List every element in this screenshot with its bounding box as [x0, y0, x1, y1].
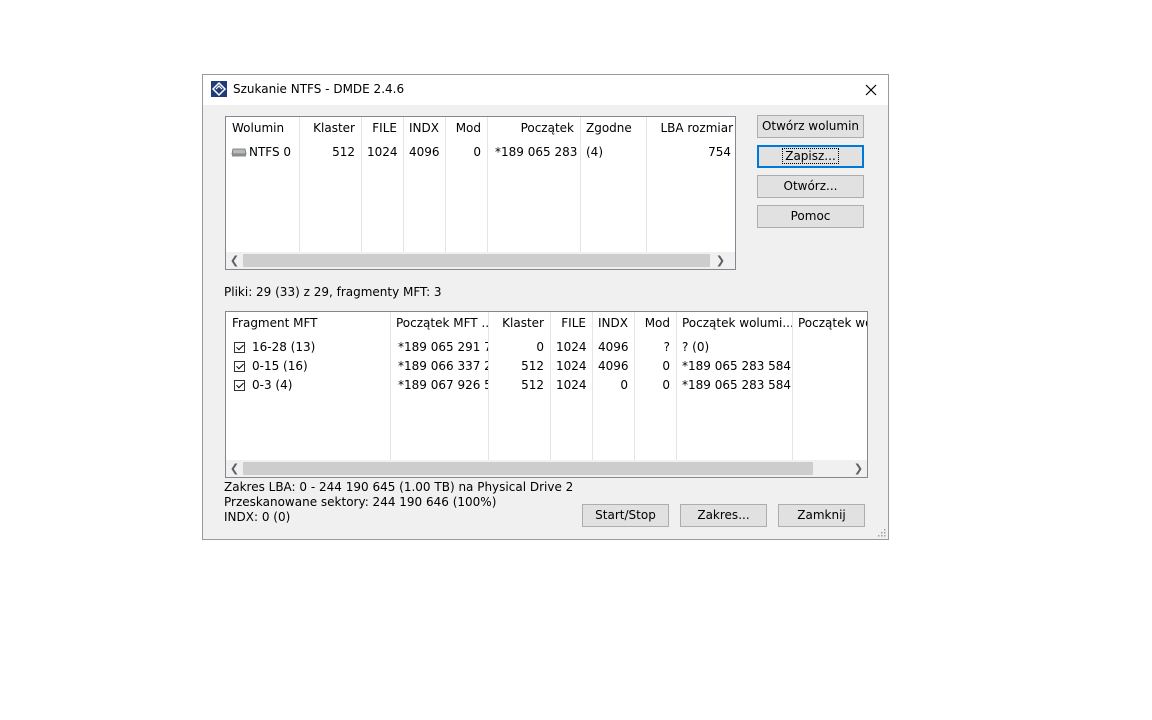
volumes-list[interactable]: Wolumin Klaster FILE INDX Mod Początek Z…	[225, 116, 736, 270]
col-header-fragment-mft[interactable]: Fragment MFT	[226, 312, 390, 334]
cell-file: 1024	[556, 378, 587, 392]
table-row[interactable]: 0-3 (4) *189 067 926 5... 512 1024 0 0 *…	[226, 376, 867, 395]
cell-poczatek-mft: *189 067 926 5...	[398, 378, 488, 392]
close-button[interactable]: Zamknij	[778, 504, 865, 527]
col-header-poczatek-mft[interactable]: Początek MFT ...	[390, 312, 488, 334]
cell-fragment-mft: 16-28 (13)	[252, 340, 316, 354]
cell-file: 1024	[556, 340, 587, 354]
cell-mod: 0	[473, 145, 481, 159]
cell-poczatek: *189 065 283 ...	[495, 145, 580, 159]
cell-klaster: 0	[536, 340, 544, 354]
save-button-label: Zapisz...	[782, 148, 839, 164]
cell-poczatek-wol	[792, 338, 867, 357]
chevron-right-icon[interactable]: ❯	[850, 460, 867, 477]
col-header-file[interactable]: FILE	[550, 312, 592, 334]
cell-klaster: 512	[521, 378, 544, 392]
indx-status: INDX: 0 (0)	[224, 510, 291, 524]
cell-poczatek-wol	[792, 357, 867, 376]
col-header-poczatek-wolumi[interactable]: Początek wolumi...	[676, 312, 792, 334]
cell-file: 1024	[556, 359, 587, 373]
col-header-wolumin[interactable]: Wolumin	[226, 117, 299, 139]
cell-fragment-mft: 0-15 (16)	[252, 359, 308, 373]
col-header-mod[interactable]: Mod	[634, 312, 676, 334]
scanned-sectors-status: Przeskanowane sektory: 244 190 646 (100%…	[224, 495, 497, 509]
title-bar[interactable]: Szukanie NTFS - DMDE 2.4.6	[203, 75, 888, 105]
cell-wolumin: NTFS 0	[249, 145, 292, 159]
files-summary: Pliki: 29 (33) z 29, fragmenty MFT: 3	[224, 285, 442, 299]
cell-klaster: 512	[332, 145, 355, 159]
table-row[interactable]: 0-15 (16) *189 066 337 2... 512 1024 409…	[226, 357, 867, 376]
cell-poczatek-mft: *189 066 337 2...	[398, 359, 488, 373]
resize-grip-icon[interactable]	[876, 527, 886, 537]
lba-range-status: Zakres LBA: 0 - 244 190 645 (1.00 TB) na…	[224, 480, 574, 494]
cell-poczatek-wolumi: *189 065 283 584 (...	[682, 378, 792, 392]
cell-poczatek-wolumi: *189 065 283 584 (...	[682, 359, 792, 373]
cell-indx: 4096	[598, 359, 629, 373]
row-checkbox[interactable]	[234, 342, 245, 353]
table-row[interactable]: NTFS 0 512 1024 4096 0 *189 065 283 ... …	[226, 143, 735, 162]
chevron-left-icon[interactable]: ❮	[226, 460, 243, 477]
open-button[interactable]: Otwórz...	[757, 175, 864, 198]
scrollbar-thumb[interactable]	[243, 254, 710, 267]
chevron-right-icon[interactable]: ❯	[712, 252, 729, 269]
col-header-zgodne[interactable]: Zgodne	[580, 117, 646, 139]
col-header-klaster[interactable]: Klaster	[299, 117, 361, 139]
dmde-app-icon	[211, 81, 227, 97]
cell-poczatek-mft: *189 065 291 7...	[398, 340, 488, 354]
cell-indx: 4096	[598, 340, 629, 354]
range-button[interactable]: Zakres...	[680, 504, 767, 527]
ntfs-search-dialog: Szukanie NTFS - DMDE 2.4.6 Wolumin Klast…	[202, 74, 889, 540]
col-header-indx[interactable]: INDX	[592, 312, 634, 334]
mft-fragments-list[interactable]: Fragment MFT Początek MFT ... Klaster FI…	[225, 311, 868, 478]
volumes-hscrollbar[interactable]: ❮ ❯	[226, 252, 735, 269]
close-icon[interactable]	[854, 75, 888, 105]
cell-poczatek-wol	[792, 376, 867, 395]
cell-fragment-mft: 0-3 (4)	[252, 378, 293, 392]
col-header-mod[interactable]: Mod	[445, 117, 487, 139]
col-header-poczatek[interactable]: Początek	[487, 117, 580, 139]
scrollbar-thumb[interactable]	[243, 462, 813, 475]
help-button[interactable]: Pomoc	[757, 205, 864, 228]
start-stop-button[interactable]: Start/Stop	[582, 504, 669, 527]
row-checkbox[interactable]	[234, 361, 245, 372]
fragments-hscrollbar[interactable]: ❮ ❯	[226, 460, 867, 477]
cell-poczatek-wolumi: ? (0)	[682, 340, 710, 354]
row-checkbox[interactable]	[234, 380, 245, 391]
col-header-klaster[interactable]: Klaster	[488, 312, 550, 334]
col-header-file[interactable]: FILE	[361, 117, 403, 139]
cell-klaster: 512	[521, 359, 544, 373]
window-title: Szukanie NTFS - DMDE 2.4.6	[233, 82, 405, 96]
col-header-poczatek-wol[interactable]: Początek wol	[792, 312, 867, 334]
cell-lba-rozmiar: 754	[708, 145, 731, 159]
col-header-lba-rozmiar[interactable]: LBA rozmiar	[646, 117, 735, 139]
cell-mod: ?	[663, 340, 670, 354]
cell-zgodne: (4)	[586, 145, 603, 159]
table-row[interactable]: 16-28 (13) *189 065 291 7... 0 1024 4096…	[226, 338, 867, 357]
cell-indx: 4096	[409, 145, 440, 159]
cell-file: 1024	[367, 145, 398, 159]
cell-indx: 0	[620, 378, 628, 392]
col-header-indx[interactable]: INDX	[403, 117, 445, 139]
cell-mod: 0	[662, 378, 670, 392]
cell-mod: 0	[662, 359, 670, 373]
save-button[interactable]: Zapisz...	[757, 145, 864, 168]
open-volume-button[interactable]: Otwórz wolumin	[757, 115, 864, 138]
chevron-left-icon[interactable]: ❮	[226, 252, 243, 269]
